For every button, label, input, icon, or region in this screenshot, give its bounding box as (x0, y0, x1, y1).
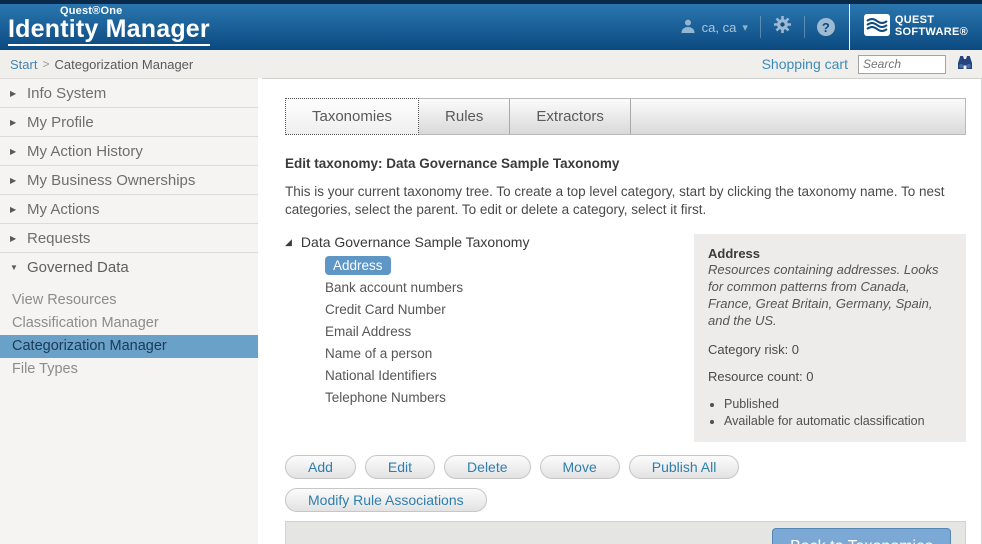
breadcrumb-bar: Start > Categorization Manager Shopping … (0, 50, 982, 78)
vendor-name-line2: SOFTWARE® (895, 27, 968, 39)
tree-node-address[interactable]: Address (325, 255, 682, 277)
tab-taxonomies[interactable]: Taxonomies (285, 98, 419, 135)
sidebar-item-governed-data[interactable]: ▼ Governed Data (0, 252, 258, 281)
page-description: This is your current taxonomy tree. To c… (285, 183, 966, 219)
selected-node-label: Address (325, 256, 391, 275)
tree-expanded-icon[interactable]: ◢ (285, 237, 292, 248)
app-header: Quest®One Identity Manager ca, ca ▾ (0, 0, 982, 50)
help-button[interactable]: ? (817, 18, 835, 36)
modify-rule-associations-button[interactable]: Modify Rule Associations (285, 488, 487, 512)
sidebar-subnav: View Resources Classification Manager Ca… (0, 281, 258, 391)
app-logo: Quest®One Identity Manager (8, 6, 210, 48)
collapsed-arrow-icon: ▶ (10, 234, 19, 243)
tree-node-telephone-numbers[interactable]: Telephone Numbers (325, 387, 682, 409)
detail-title: Address (708, 246, 952, 261)
tree-root-label: Data Governance Sample Taxonomy (301, 234, 530, 250)
sidebar-item-classification-manager[interactable]: Classification Manager (0, 312, 258, 335)
back-to-taxonomies-button[interactable]: Back to Taxonomies (772, 528, 951, 544)
collapsed-arrow-icon: ▶ (10, 89, 19, 98)
gear-icon (773, 21, 792, 38)
tree-node-email-address[interactable]: Email Address (325, 321, 682, 343)
status-published: Published (724, 396, 952, 413)
tree-node-national-identifiers[interactable]: National Identifiers (325, 365, 682, 387)
sidebar-item-label: My Actions (27, 201, 100, 218)
sidebar-item-my-actions[interactable]: ▶ My Actions (0, 194, 258, 223)
brand-identity-manager: Identity Manager (8, 17, 210, 46)
sidebar-item-requests[interactable]: ▶ Requests (0, 223, 258, 252)
category-risk: Category risk: 0 (708, 342, 952, 357)
sidebar-item-label: My Profile (27, 114, 94, 131)
breadcrumb-separator: > (42, 57, 49, 71)
collapsed-arrow-icon: ▶ (10, 147, 19, 156)
sidebar-item-my-business-ownerships[interactable]: ▶ My Business Ownerships (0, 165, 258, 194)
question-mark-icon: ? (822, 20, 830, 35)
binoculars-search-icon[interactable] (956, 54, 974, 75)
sidebar-item-label: Requests (27, 230, 90, 247)
shopping-cart-link[interactable]: Shopping cart (762, 56, 848, 72)
sidebar-item-label: Governed Data (27, 259, 129, 276)
tree-node-name-of-a-person[interactable]: Name of a person (325, 343, 682, 365)
resource-count: Resource count: 0 (708, 369, 952, 384)
taxonomy-tree: ◢ Data Governance Sample Taxonomy Addres… (285, 234, 682, 441)
sidebar-item-info-system[interactable]: ▶ Info System (0, 78, 258, 107)
collapsed-arrow-icon: ▶ (10, 205, 19, 214)
tab-rules[interactable]: Rules (419, 99, 510, 134)
sidebar-item-label: My Business Ownerships (27, 172, 195, 189)
edit-button[interactable]: Edit (365, 455, 435, 479)
tree-node-credit-card-number[interactable]: Credit Card Number (325, 299, 682, 321)
tab-extractors[interactable]: Extractors (510, 99, 631, 134)
vendor-logo: QUEST SOFTWARE® (864, 14, 968, 41)
move-button[interactable]: Move (540, 455, 620, 479)
sidebar-item-my-profile[interactable]: ▶ My Profile (0, 107, 258, 136)
chevron-down-icon: ▾ (742, 21, 748, 34)
quest-wave-icon (864, 14, 890, 41)
breadcrumb-start-link[interactable]: Start (10, 57, 37, 72)
sidebar-item-label: Info System (27, 85, 106, 102)
page-title: Edit taxonomy: Data Governance Sample Ta… (285, 156, 966, 171)
header-divider (760, 16, 761, 38)
tab-strip: Taxonomies Rules Extractors (285, 98, 966, 135)
sidebar-item-label: My Action History (27, 143, 143, 160)
tree-root-node[interactable]: ◢ Data Governance Sample Taxonomy (285, 234, 682, 250)
content-panel: Taxonomies Rules Extractors Edit taxonom… (262, 78, 982, 544)
status-auto-classification: Available for automatic classification (724, 413, 952, 430)
add-button[interactable]: Add (285, 455, 356, 479)
collapsed-arrow-icon: ▶ (10, 118, 19, 127)
sidebar: ▶ Info System ▶ My Profile ▶ My Action H… (0, 78, 258, 544)
sidebar-item-my-action-history[interactable]: ▶ My Action History (0, 136, 258, 165)
breadcrumb-current: Categorization Manager (54, 57, 193, 72)
detail-status-list: Published Available for automatic classi… (724, 396, 952, 430)
tree-node-bank-account-numbers[interactable]: Bank account numbers (325, 277, 682, 299)
category-detail-panel: Address Resources containing addresses. … (694, 234, 966, 441)
header-white-divider (849, 4, 850, 50)
delete-button[interactable]: Delete (444, 455, 530, 479)
sidebar-item-view-resources[interactable]: View Resources (0, 289, 258, 312)
user-name: ca, ca (702, 20, 737, 35)
expanded-arrow-icon: ▼ (10, 263, 19, 272)
collapsed-arrow-icon: ▶ (10, 176, 19, 185)
detail-description: Resources containing addresses. Looks fo… (708, 262, 952, 330)
settings-button[interactable] (773, 15, 792, 39)
header-divider (804, 16, 805, 38)
user-icon (680, 18, 696, 37)
sidebar-item-file-types[interactable]: File Types (0, 358, 258, 381)
user-menu[interactable]: ca, ca ▾ (680, 18, 748, 37)
bottom-action-bar: Back to Taxonomies (285, 521, 966, 544)
sidebar-item-categorization-manager[interactable]: Categorization Manager (0, 335, 258, 358)
publish-all-button[interactable]: Publish All (629, 455, 740, 479)
search-input[interactable] (858, 55, 946, 74)
action-buttons: Add Edit Delete Move Publish All Modify … (285, 455, 966, 512)
